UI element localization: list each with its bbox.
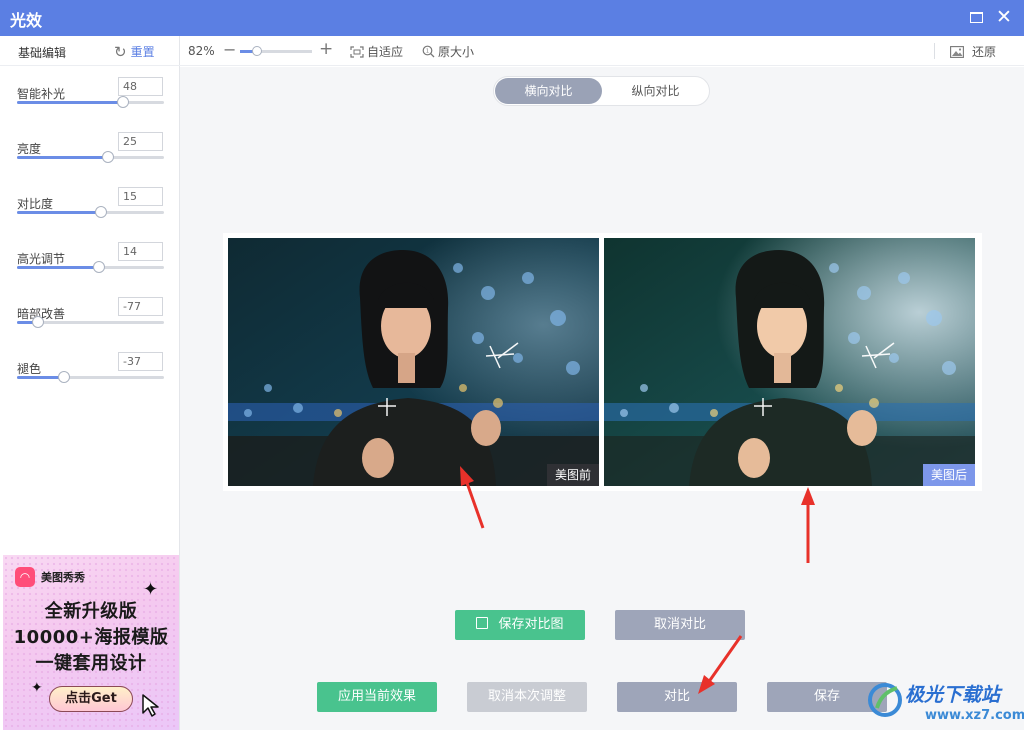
save-compare-label: 保存对比图 [498,617,564,632]
adjust-smart-fill: 智能补光 48 [0,77,180,125]
adjust-label: 褪色 [17,362,42,376]
adjust-value-input[interactable]: 25 [118,132,163,151]
adjust-slider[interactable] [17,371,164,383]
cursor-icon [142,694,159,717]
ad-subline: 10000+海报模版 [13,627,169,648]
adjust-value-input[interactable]: 15 [118,187,163,206]
adjust-fade: 褪色 -37 [0,352,180,400]
compare-button[interactable]: 对比 [617,682,737,712]
adjust-label: 对比度 [17,197,54,211]
slider-knob[interactable] [31,316,44,328]
ad-banner[interactable]: ◠ 美图秀秀 ✦ 全新升级版 10000+海报模版 一键套用设计 ✦ 点击Get [3,555,179,730]
save-compare-icon [476,617,489,629]
title-bar: 光效 ✕ [0,0,1024,36]
after-tag: 美图后 [922,464,975,486]
ad-headline: 全新升级版 [44,601,138,622]
adjust-value-input[interactable]: -37 [118,352,163,371]
sidebar-title: 基础编辑 [18,46,67,60]
save-compare-button[interactable]: 保存对比图 [455,610,585,640]
watermark-url: www.xz7.com [925,708,1024,723]
ad-brand: 美图秀秀 [41,571,85,584]
apply-effect-button[interactable]: 应用当前效果 [317,682,437,712]
before-photo-image [228,238,599,486]
slider-knob[interactable] [93,261,106,273]
zoom-value: 82% [188,44,215,58]
reset-button[interactable]: ↻ 重置 [114,43,155,60]
zoom-slider[interactable] [240,46,312,56]
fit-to-window-button[interactable]: 自适应 [350,43,403,60]
adjust-brightness: 亮度 25 [0,132,180,180]
adjust-slider[interactable] [17,206,164,218]
sparkle-icon: ✦ [31,680,43,696]
after-photo[interactable]: 美图后 [604,238,975,486]
adjust-slider[interactable] [17,96,164,108]
view-toolbar: 82% − + 自适应 1 原大小 还原 [180,36,1024,66]
adjust-value-input[interactable]: -77 [118,297,163,316]
close-icon[interactable]: ✕ [994,5,1014,29]
adjust-label: 亮度 [17,142,42,156]
zoom-slider-knob[interactable] [251,46,262,56]
restore-label: 还原 [972,45,997,59]
adjust-shadows: 暗部改善 -77 [0,297,180,345]
watermark-text: 极光下载站 [905,684,1001,706]
adjust-slider[interactable] [17,261,164,273]
slider-knob[interactable] [116,96,129,108]
cancel-compare-button[interactable]: 取消对比 [615,610,745,640]
watermark-logo-icon [868,683,902,717]
slider-knob[interactable] [58,371,71,383]
toolbar-divider [934,43,935,59]
fit-icon [350,45,364,58]
slider-knob[interactable] [102,151,115,163]
meitu-logo-icon: ◠ [15,567,35,587]
after-photo-image [604,238,975,486]
original-size-button[interactable]: 1 原大小 [422,43,474,60]
adjust-value-input[interactable]: 14 [118,242,163,261]
ad-cta-button[interactable]: 点击Get [49,686,133,712]
compare-photos: 美图前 美图后 [223,233,982,491]
zoom-in-icon[interactable]: + [319,39,333,59]
adjust-slider[interactable] [17,316,164,328]
tab-horizontal-compare[interactable]: 横向对比 [495,78,602,104]
reset-label: 重置 [130,45,155,59]
adjust-contrast: 对比度 15 [0,187,180,235]
cancel-adjust-button[interactable]: 取消本次调整 [467,682,587,712]
zoom-out-icon[interactable]: − [223,40,236,59]
before-photo[interactable]: 美图前 [228,238,599,486]
sidebar-header: 基础编辑 ↻ 重置 [0,36,180,66]
magnifier-icon: 1 [422,45,435,58]
window-title: 光效 [10,11,43,30]
fit-label: 自适应 [367,45,404,59]
adjust-label: 高光调节 [17,252,66,266]
compare-mode-toggle: 横向对比 纵向对比 [493,76,710,106]
maximize-icon[interactable] [970,12,983,23]
slider-knob[interactable] [94,206,107,218]
image-icon [950,45,964,58]
adjust-highlights: 高光调节 14 [0,242,180,290]
before-tag: 美图前 [546,464,599,486]
app-window: 光效 ✕ 基础编辑 ↻ 重置 智能补光 48 亮度 25 对比度 15 高光调节… [0,0,1024,730]
tab-vertical-compare[interactable]: 纵向对比 [602,78,709,104]
original-size-label: 原大小 [438,45,475,59]
restore-button[interactable]: 还原 [950,43,996,60]
preview-area: 横向对比 纵向对比 美图前 美图后 保存对比图 取消对比 应用当前效果 取消本次… [180,67,1024,730]
reset-icon: ↻ [114,42,127,61]
adjust-slider[interactable] [17,151,164,163]
adjust-value-input[interactable]: 48 [118,77,163,96]
ad-subline: 一键套用设计 [35,653,147,674]
watermark: 极光下载站 www.xz7.com [865,676,1024,730]
svg-text:1: 1 [426,49,429,55]
adjust-label: 智能补光 [17,87,66,101]
